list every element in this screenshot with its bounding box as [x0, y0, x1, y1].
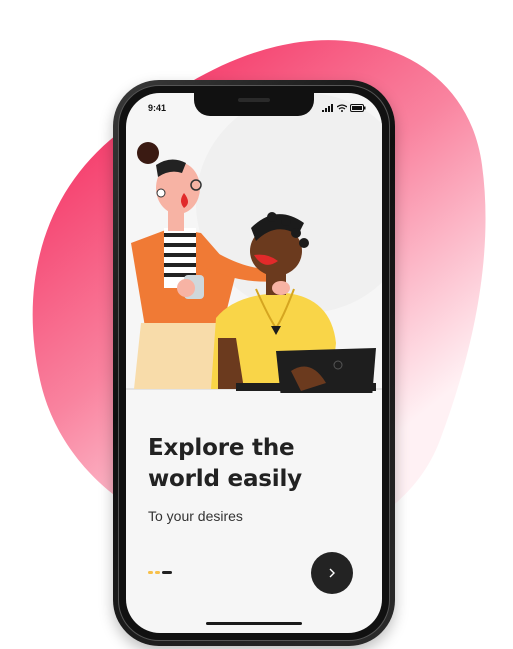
status-time: 9:41 [148, 103, 167, 113]
home-indicator[interactable] [206, 622, 302, 625]
phone-notch [194, 93, 314, 116]
status-icons [322, 103, 366, 113]
phone-frame: 9:41 Explore the world easily To your de… [113, 80, 395, 646]
page-dot-1 [148, 571, 153, 574]
onboarding-headline: Explore the world easily [148, 433, 368, 495]
wifi-icon [337, 104, 347, 112]
page-dot-active [162, 571, 172, 574]
page-dot-2 [155, 571, 160, 574]
onboarding-subtitle: To your desires [148, 508, 243, 524]
next-button[interactable] [311, 552, 353, 594]
phone-screen: 9:41 Explore the world easily To your de… [126, 93, 382, 633]
battery-icon [350, 104, 366, 112]
page-indicator [148, 571, 172, 574]
speaker-grille [238, 98, 270, 102]
signal-icon [322, 104, 333, 112]
onboarding-illustration [126, 93, 382, 393]
chevron-right-icon [329, 568, 335, 578]
headline-line-2: world easily [148, 466, 302, 492]
headline-line-1: Explore the [148, 435, 295, 461]
